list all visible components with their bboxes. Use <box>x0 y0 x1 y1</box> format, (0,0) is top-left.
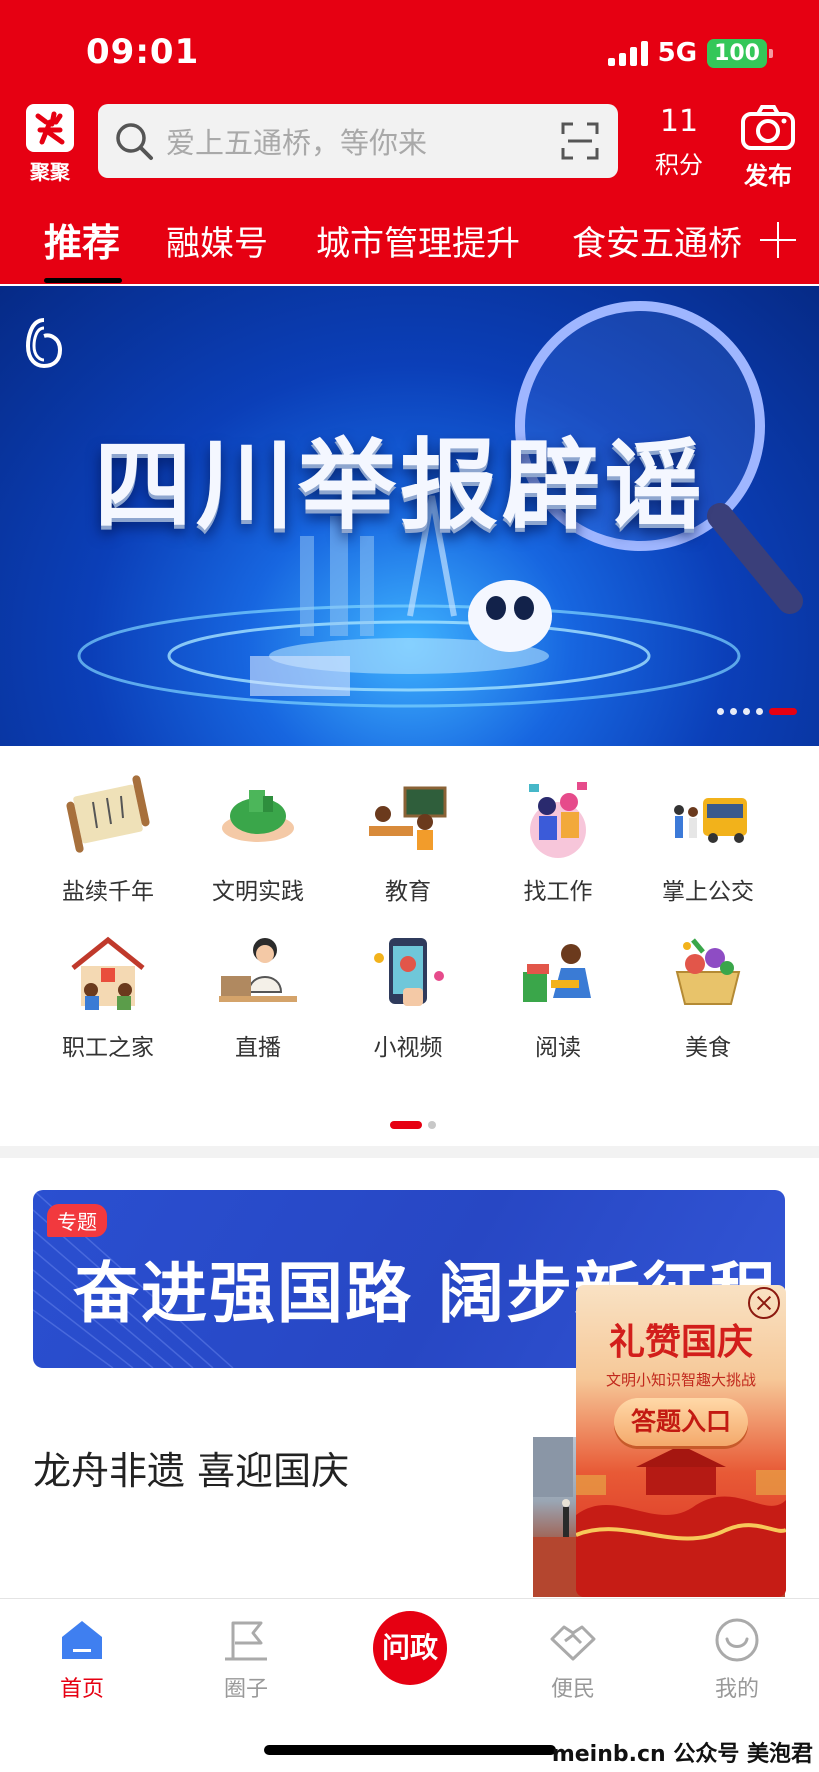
watermark-text: meinb.cn 公众号 美泡君 <box>551 1742 813 1767</box>
points-button[interactable]: 11 积分 <box>652 104 706 180</box>
status-indicators: 5G 100 <box>607 38 773 68</box>
nav-label: 便民 <box>550 1677 595 1702</box>
nav-label: 我的 <box>714 1677 759 1702</box>
section-divider <box>0 1146 819 1158</box>
search-bar[interactable]: 爱上五通桥，等你来 <box>98 104 618 178</box>
publish-label: 发布 <box>744 162 792 190</box>
livestream-icon <box>213 928 303 1018</box>
popup-subtitle: 文明小知识智趣大挑战 <box>605 1371 756 1389</box>
points-value: 11 <box>659 104 699 139</box>
status-time: 09:01 <box>86 32 200 72</box>
grid-pagination <box>390 1121 436 1129</box>
tab-recommend[interactable]: 推荐 <box>44 212 120 267</box>
quiz-entry-button[interactable]: 答题入口 <box>614 1398 748 1446</box>
points-label: 积分 <box>655 151 703 179</box>
grid-label: 直播 <box>235 1035 281 1061</box>
scan-icon[interactable] <box>560 121 600 161</box>
close-icon[interactable] <box>748 1287 780 1319</box>
banner-dot-active <box>769 708 797 715</box>
network-type: 5G <box>657 38 698 68</box>
flag-icon <box>221 1615 271 1665</box>
logo-label: 聚聚 <box>30 160 70 184</box>
tab-media[interactable]: 融媒号 <box>166 216 268 265</box>
grid-item-workers-home[interactable]: 职工之家 <box>33 928 183 1062</box>
video-phone-icon <box>363 928 453 1018</box>
grid-item-education[interactable]: 教育 <box>333 772 483 906</box>
grid-label: 阅读 <box>535 1035 581 1061</box>
nav-profile[interactable]: 我的 <box>677 1615 797 1703</box>
workers-home-icon <box>63 928 153 1018</box>
grid-label: 找工作 <box>523 879 593 905</box>
camera-icon <box>736 104 800 156</box>
nav-circle[interactable]: 圈子 <box>186 1615 306 1703</box>
grid-item-civilization[interactable]: 文明实践 <box>183 772 333 906</box>
grid-dot <box>428 1121 436 1129</box>
home-indicator <box>264 1745 556 1755</box>
reading-icon <box>513 928 603 1018</box>
battery-icon: 100 <box>707 38 773 68</box>
app-logo[interactable]: 聚聚 <box>22 104 78 185</box>
green-hands-icon <box>213 772 303 862</box>
banner-dot <box>730 708 737 715</box>
app-header: 09:01 5G 100 聚聚 爱上五通桥，等你来 11 积分 发布 推荐 融媒… <box>0 0 819 284</box>
nav-convenience[interactable]: 便民 <box>513 1615 633 1703</box>
channel-tabs: 推荐 融媒号 城市管理提升 食安五通桥 <box>0 206 819 284</box>
logo-icon <box>26 104 74 152</box>
banner-pagination <box>717 708 797 715</box>
signal-icon <box>607 40 648 66</box>
grid-item-bus[interactable]: 掌上公交 <box>633 772 783 906</box>
handshake-icon <box>548 1615 598 1665</box>
banner-logo-icon <box>25 316 63 374</box>
grid-label: 文明实践 <box>212 879 304 905</box>
bus-icon <box>663 772 753 862</box>
article-title[interactable]: 龙舟非遗 喜迎国庆 <box>33 1440 349 1495</box>
nav-inquiry[interactable]: 问政 <box>373 1611 447 1685</box>
grid-label: 职工之家 <box>62 1035 154 1061</box>
grid-dot-active <box>390 1121 422 1129</box>
nav-label: 首页 <box>59 1677 104 1702</box>
home-icon <box>57 1615 107 1665</box>
nav-home[interactable]: 首页 <box>22 1615 142 1703</box>
grid-item-live[interactable]: 直播 <box>183 928 333 1062</box>
grid-label: 盐续千年 <box>62 879 154 905</box>
grid-item-short-video[interactable]: 小视频 <box>333 928 483 1062</box>
search-placeholder: 爱上五通桥，等你来 <box>166 126 428 160</box>
grid-label: 教育 <box>385 879 431 905</box>
grid-label: 掌上公交 <box>662 879 754 905</box>
active-tab-indicator <box>44 278 122 283</box>
popup-title: 礼赞国庆 <box>608 1321 753 1363</box>
grid-item-food[interactable]: 美食 <box>633 928 783 1062</box>
grid-label: 小视频 <box>373 1035 443 1061</box>
search-icon <box>112 119 156 163</box>
banner-dot <box>717 708 724 715</box>
topic-tag: 专题 <box>47 1204 107 1237</box>
banner-title: 四川举报辟谣 <box>93 429 706 543</box>
nav-label: 圈子 <box>223 1677 268 1702</box>
banner-dot <box>743 708 750 715</box>
banner-dot <box>756 708 763 715</box>
food-basket-icon <box>663 928 753 1018</box>
publish-button[interactable]: 发布 <box>736 104 800 191</box>
smile-icon <box>712 1615 762 1665</box>
job-icon <box>513 772 603 862</box>
tab-food-safety[interactable]: 食安五通桥 <box>572 216 742 265</box>
hero-banner[interactable]: 四川举报辟谣 <box>0 286 819 746</box>
grid-item-salt[interactable]: 盐续千年 <box>33 772 183 906</box>
tab-city-management[interactable]: 城市管理提升 <box>316 216 520 265</box>
grid-item-jobs[interactable]: 找工作 <box>483 772 633 906</box>
scroll-icon <box>63 772 153 862</box>
add-channel-icon[interactable] <box>758 220 798 260</box>
national-day-popup[interactable]: 礼赞国庆 文明小知识智趣大挑战 答题入口 <box>576 1285 786 1597</box>
classroom-icon <box>363 772 453 862</box>
grid-label: 美食 <box>685 1035 731 1061</box>
grid-item-reading[interactable]: 阅读 <box>483 928 633 1062</box>
